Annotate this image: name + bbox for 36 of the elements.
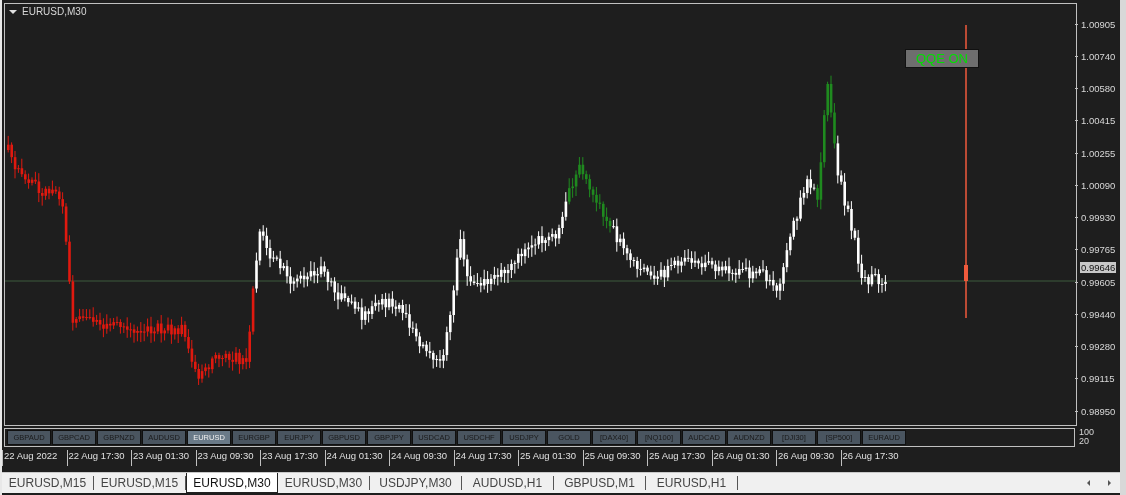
price-label: 0.99765	[1081, 244, 1116, 256]
price-label: 0.99440	[1081, 308, 1116, 320]
time-label: 26 Aug 17:30	[840, 450, 905, 466]
time-label: 26 Aug 09:30	[776, 450, 841, 466]
chart-tab[interactable]: EURUSD,M30	[186, 473, 278, 493]
indicator-scale-label: 100	[1079, 428, 1096, 437]
price-label: 0.99605	[1081, 276, 1116, 288]
time-label: 24 Aug 17:30	[453, 450, 518, 466]
time-label: 24 Aug 01:30	[324, 450, 389, 466]
dropdown-icon[interactable]	[9, 9, 17, 14]
time-label: 24 Aug 09:30	[389, 450, 454, 466]
time-label: 22 Aug 2022	[2, 450, 67, 466]
scroll-left-icon[interactable]	[1087, 480, 1090, 486]
price-label: 0.99280	[1081, 341, 1116, 352]
time-label: 25 Aug 01:30	[518, 450, 583, 466]
time-label: 26 Aug 01:30	[711, 450, 776, 466]
indicator-scale-label: 20	[1079, 437, 1090, 446]
indicator-toggle-button[interactable]: QQE ON	[905, 49, 979, 68]
price-label: 0.99115	[1081, 373, 1115, 385]
price-label: 0.98950	[1081, 405, 1116, 417]
time-label: 23 Aug 01:30	[131, 450, 196, 466]
price-label: 1.00090	[1081, 179, 1116, 191]
price-label: 1.00905	[1081, 18, 1116, 30]
price-label: 1.00580	[1081, 83, 1116, 94]
price-label: 1.00740	[1081, 50, 1116, 62]
time-label: 22 Aug 17:30	[66, 450, 131, 466]
time-label: 23 Aug 17:30	[260, 450, 325, 466]
time-label: 25 Aug 09:30	[582, 450, 647, 466]
current-price-label: 0.99646	[1080, 262, 1117, 273]
scroll-right-icon[interactable]	[1108, 480, 1111, 486]
price-label: 0.99930	[1081, 212, 1116, 223]
time-label: 23 Aug 09:30	[195, 450, 260, 466]
time-label: 25 Aug 17:30	[647, 450, 712, 466]
chart-title: EURUSD,M30	[22, 6, 87, 17]
price-label: 1.00255	[1081, 147, 1116, 159]
price-label: 1.00415	[1081, 115, 1116, 127]
